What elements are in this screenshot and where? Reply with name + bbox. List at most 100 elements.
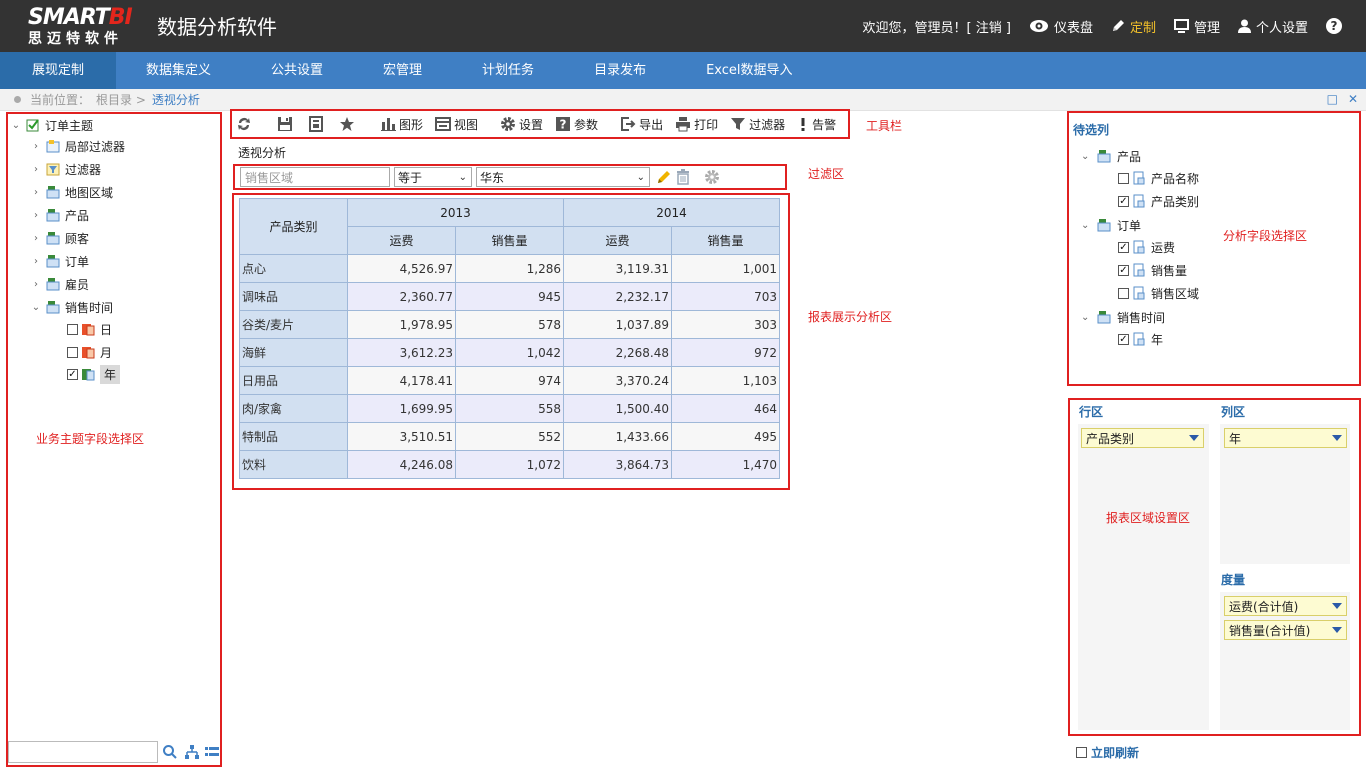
chevron-right-icon[interactable]: › bbox=[30, 141, 42, 152]
search-icon[interactable] bbox=[162, 744, 178, 760]
chevron-right-icon[interactable]: › bbox=[30, 233, 42, 244]
nav-excel-import[interactable]: Excel数据导入 bbox=[676, 52, 822, 89]
refresh-button[interactable] bbox=[236, 116, 255, 132]
year-header-2014[interactable]: 2014 bbox=[563, 198, 780, 227]
tree-node-month[interactable]: 月 bbox=[67, 342, 112, 362]
nav-publish[interactable]: 目录发布 bbox=[564, 52, 676, 89]
row-category[interactable]: 特制品 bbox=[239, 422, 348, 451]
cand-node-sales-time[interactable]: ⌄ 销售时间 bbox=[1081, 308, 1165, 326]
checkbox-checked[interactable]: ✓ bbox=[1118, 264, 1129, 276]
tree-node-day[interactable]: 日 bbox=[67, 319, 112, 339]
filter-field-input[interactable]: 销售区域 bbox=[240, 167, 390, 187]
checkbox-checked[interactable]: ✓ bbox=[67, 368, 78, 380]
dashboard-link[interactable]: 仪表盘 bbox=[1029, 17, 1093, 36]
nav-schedule[interactable]: 计划任务 bbox=[452, 52, 564, 89]
gear-icon[interactable] bbox=[704, 169, 720, 185]
cand-node-order[interactable]: ⌄ 订单 bbox=[1081, 216, 1141, 234]
measure-header-sales-qty[interactable]: 销售量 bbox=[671, 226, 780, 255]
row-category[interactable]: 饮料 bbox=[239, 450, 348, 479]
chevron-right-icon[interactable]: › bbox=[30, 210, 42, 221]
checkbox[interactable] bbox=[67, 346, 78, 358]
row-category[interactable]: 肉/家禽 bbox=[239, 394, 348, 423]
checkbox[interactable] bbox=[1118, 172, 1129, 184]
row-category[interactable]: 谷类/麦片 bbox=[239, 310, 348, 339]
measure-header-freight[interactable]: 运费 bbox=[347, 226, 456, 255]
cand-node-sales-region[interactable]: 销售区域 bbox=[1118, 284, 1199, 302]
cand-node-year[interactable]: ✓ 年 bbox=[1118, 330, 1163, 348]
row-header-cell[interactable]: 产品类别 bbox=[239, 198, 348, 255]
print-button[interactable]: 打印 bbox=[675, 116, 718, 133]
tree-node-filter[interactable]: › 过滤器 bbox=[30, 159, 101, 179]
help-button[interactable]: ? bbox=[1326, 18, 1342, 34]
chevron-right-icon[interactable]: › bbox=[30, 279, 42, 290]
tree-node-year[interactable]: ✓ 年 bbox=[67, 364, 121, 384]
year-header-2013[interactable]: 2013 bbox=[347, 198, 564, 227]
manage-link[interactable]: 管理 bbox=[1173, 17, 1220, 36]
tree-structure-icon[interactable] bbox=[184, 744, 200, 760]
tree-node-customer[interactable]: › 顾客 bbox=[30, 228, 89, 248]
tree-node-order-subject[interactable]: ⌄ 订单主题 bbox=[10, 115, 93, 135]
cand-node-product-name[interactable]: 产品名称 bbox=[1118, 169, 1199, 187]
chevron-right-icon[interactable]: › bbox=[30, 187, 42, 198]
instant-refresh-toggle[interactable]: 立即刷新 bbox=[1076, 744, 1139, 761]
row-category[interactable]: 日用品 bbox=[239, 366, 348, 395]
checkbox[interactable] bbox=[67, 323, 78, 335]
checkbox[interactable] bbox=[1076, 747, 1087, 758]
chevron-down-icon[interactable]: ⌄ bbox=[30, 302, 42, 313]
row-zone[interactable] bbox=[1078, 424, 1209, 730]
trash-icon[interactable] bbox=[676, 169, 690, 185]
save-as-button[interactable] bbox=[308, 116, 327, 132]
favorite-button[interactable] bbox=[339, 116, 358, 132]
triangle-down-icon[interactable] bbox=[1332, 603, 1342, 609]
cand-node-product[interactable]: ⌄ 产品 bbox=[1081, 147, 1141, 165]
row-category[interactable]: 海鲜 bbox=[239, 338, 348, 367]
tree-node-employee[interactable]: › 雇员 bbox=[30, 274, 89, 294]
cand-node-sales-qty[interactable]: ✓ 销售量 bbox=[1118, 261, 1187, 279]
nav-public-settings[interactable]: 公共设置 bbox=[241, 52, 353, 89]
tree-node-sales-time[interactable]: ⌄ 销售时间 bbox=[30, 297, 113, 317]
chevron-down-icon[interactable]: ⌄ bbox=[10, 120, 22, 131]
alert-button[interactable]: 告警 bbox=[797, 116, 836, 133]
triangle-down-icon[interactable] bbox=[1189, 435, 1199, 441]
edit-pencil-icon[interactable] bbox=[656, 169, 672, 185]
row-category[interactable]: 点心 bbox=[239, 254, 348, 283]
personal-settings-link[interactable]: 个人设置 bbox=[1237, 17, 1308, 36]
chevron-down-icon[interactable]: ⌄ bbox=[1081, 151, 1093, 162]
measure-header-sales-qty[interactable]: 销售量 bbox=[455, 226, 564, 255]
tree-node-map-region[interactable]: › 地图区域 bbox=[30, 182, 113, 202]
close-icon[interactable]: ✕ bbox=[1348, 93, 1358, 105]
nav-macro[interactable]: 宏管理 bbox=[353, 52, 452, 89]
customize-link[interactable]: 定制 bbox=[1111, 17, 1156, 36]
triangle-down-icon[interactable] bbox=[1332, 435, 1342, 441]
settings-button[interactable]: 设置 bbox=[500, 116, 543, 133]
row-field-chip[interactable]: 产品类别 bbox=[1081, 428, 1204, 448]
chevron-right-icon[interactable]: › bbox=[30, 256, 42, 267]
tree-node-product[interactable]: › 产品 bbox=[30, 205, 89, 225]
chevron-right-icon[interactable]: › bbox=[30, 164, 42, 175]
save-button[interactable] bbox=[277, 116, 296, 132]
list-view-icon[interactable] bbox=[204, 744, 220, 760]
tree-node-local-filter[interactable]: › 局部过滤器 bbox=[30, 136, 125, 156]
welcome-logout-link[interactable]: 欢迎您，管理员！[ 注销 ] bbox=[863, 17, 1011, 36]
chevron-down-icon[interactable]: ⌄ bbox=[1081, 312, 1093, 323]
row-category[interactable]: 调味品 bbox=[239, 282, 348, 311]
cand-node-product-category[interactable]: ✓ 产品类别 bbox=[1118, 192, 1199, 210]
filter-value-select[interactable]: 华东 ⌄ bbox=[476, 167, 650, 187]
maximize-icon[interactable]: □ bbox=[1327, 93, 1338, 105]
view-button[interactable]: 视图 bbox=[435, 116, 478, 133]
export-button[interactable]: 导出 bbox=[620, 116, 663, 133]
filter-button[interactable]: 过滤器 bbox=[730, 116, 785, 133]
params-button[interactable]: ? 参数 bbox=[555, 116, 598, 133]
tree-node-order[interactable]: › 订单 bbox=[30, 251, 89, 271]
checkbox-checked[interactable]: ✓ bbox=[1118, 241, 1129, 253]
column-field-chip[interactable]: 年 bbox=[1224, 428, 1347, 448]
filter-operator-select[interactable]: 等于 ⌄ bbox=[394, 167, 472, 187]
breadcrumb-root[interactable]: 根目录 > bbox=[96, 91, 146, 108]
triangle-down-icon[interactable] bbox=[1332, 627, 1342, 633]
measure-chip-freight[interactable]: 运费(合计值) bbox=[1224, 596, 1347, 616]
chevron-down-icon[interactable]: ⌄ bbox=[1081, 220, 1093, 231]
nav-dataset[interactable]: 数据集定义 bbox=[116, 52, 241, 89]
tree-search-input[interactable] bbox=[8, 741, 158, 763]
nav-presentation[interactable]: 展现定制 bbox=[0, 52, 116, 89]
cand-node-freight[interactable]: ✓ 运费 bbox=[1118, 238, 1175, 256]
